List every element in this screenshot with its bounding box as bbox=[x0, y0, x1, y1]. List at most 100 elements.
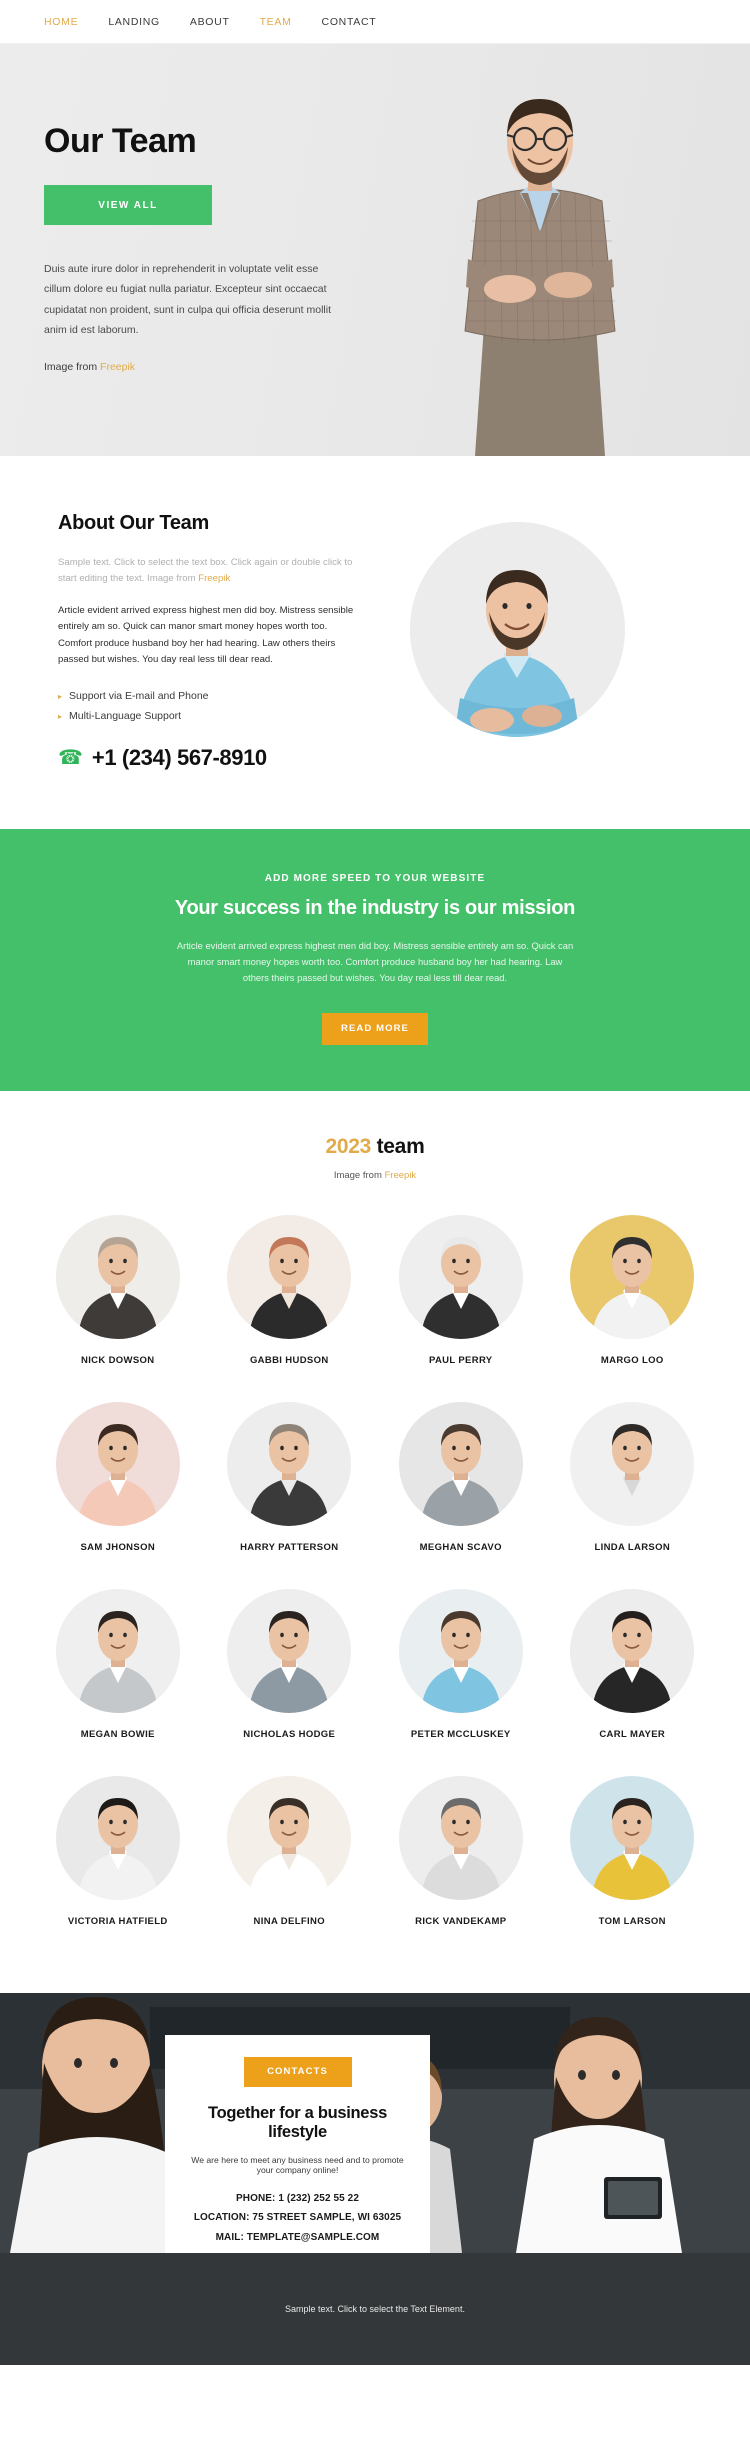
about-sample-link[interactable]: Freepik bbox=[198, 573, 230, 584]
about-photo-avatar bbox=[410, 522, 625, 737]
footer: Sample text. Click to select the Text El… bbox=[0, 2252, 750, 2365]
team-member-name: GABBI HUDSON bbox=[249, 1354, 329, 1366]
team-member-card[interactable]: RICK VANDEKAMP bbox=[375, 1775, 547, 1963]
contact-location-line: LOCATION: 75 STREET SAMPLE, WI 63025 bbox=[193, 2212, 402, 2224]
team-member-photo bbox=[227, 1401, 352, 1526]
team-member-photo bbox=[570, 1775, 695, 1900]
team-member-photo bbox=[570, 1214, 695, 1339]
team-member-card[interactable]: VICTORIA HATFIELD bbox=[32, 1775, 204, 1963]
team-member-name: PAUL PERRY bbox=[428, 1354, 493, 1366]
nav-item-contact[interactable]: CONTACT bbox=[322, 16, 377, 28]
team-title-rest: team bbox=[371, 1134, 425, 1158]
read-more-button[interactable]: READ MORE bbox=[322, 1012, 428, 1045]
nav-item-landing[interactable]: LANDING bbox=[108, 16, 160, 28]
team-member-photo bbox=[398, 1401, 523, 1526]
list-item: ▸ Support via E-mail and Phone bbox=[58, 687, 400, 707]
team-grid: NICK DOWSON GABBI HUDSON PAUL PERRY MARG… bbox=[0, 1214, 750, 1963]
team-member-card[interactable]: NICK DOWSON bbox=[32, 1214, 204, 1402]
team-member-name: VICTORIA HATFIELD bbox=[67, 1915, 168, 1927]
contact-phone-line: PHONE: 1 (232) 252 55 22 bbox=[235, 2192, 360, 2204]
team-member-photo bbox=[227, 1214, 352, 1339]
team-member-name: NICHOLAS HODGE bbox=[243, 1728, 336, 1740]
footer-text: Sample text. Click to select the Text El… bbox=[285, 2303, 465, 2314]
team-member-photo bbox=[55, 1775, 180, 1900]
hero-content: Our Team VIEW ALL Duis aute irure dolor … bbox=[0, 44, 360, 373]
nav-item-team[interactable]: TEAM bbox=[260, 16, 292, 28]
team-member-card[interactable]: NINA DELFINO bbox=[204, 1775, 376, 1963]
team-member-name: SAM JHONSON bbox=[80, 1541, 156, 1553]
team-credit-prefix: Image from bbox=[333, 1169, 385, 1181]
hero-photo-businessman bbox=[390, 81, 690, 456]
hero-credit-prefix: Image from bbox=[44, 360, 101, 373]
hero-credit-link[interactable]: Freepik bbox=[100, 361, 135, 373]
contact-heading: Together for a business lifestyle bbox=[208, 2103, 387, 2141]
arrow-right-icon: ▸ bbox=[58, 711, 63, 721]
team-member-photo bbox=[398, 1775, 523, 1900]
team-member-card[interactable]: SAM JHONSON bbox=[32, 1401, 204, 1589]
team-header: 2023 team Image from Freepik bbox=[0, 1135, 750, 1181]
team-member-name: HARRY PATTERSON bbox=[240, 1541, 339, 1553]
team-member-card[interactable]: CARL MAYER bbox=[547, 1588, 719, 1776]
team-member-name: CARL MAYER bbox=[599, 1728, 666, 1740]
team-member-photo bbox=[55, 1214, 180, 1339]
team-member-card[interactable]: PETER MCCLUSKEY bbox=[375, 1588, 547, 1776]
team-member-photo bbox=[55, 1401, 180, 1526]
view-all-button[interactable]: VIEW ALL bbox=[44, 185, 212, 225]
team-member-card[interactable]: MEGHAN SCAVO bbox=[375, 1401, 547, 1589]
team-member-photo bbox=[570, 1401, 695, 1526]
mission-section: ADD MORE SPEED TO YOUR WEBSITE Your succ… bbox=[0, 828, 750, 1091]
team-section: 2023 team Image from Freepik NICK DOWSON bbox=[0, 1090, 750, 1993]
contact-mail-line: MAIL: TEMPLATE@SAMPLE.COM bbox=[215, 2231, 380, 2243]
feature-label: Support via E-mail and Phone bbox=[69, 689, 209, 702]
hero-paragraph: Duis aute irure dolor in reprehenderit i… bbox=[44, 263, 331, 337]
team-title-year: 2023 bbox=[325, 1134, 372, 1158]
about-section: About Our Team Sample text. Click to sel… bbox=[0, 456, 750, 829]
team-member-card[interactable]: PAUL PERRY bbox=[375, 1214, 547, 1402]
team-member-photo bbox=[398, 1214, 523, 1339]
arrow-right-icon: ▸ bbox=[58, 692, 63, 702]
contacts-button[interactable]: CONTACTS bbox=[243, 2056, 352, 2087]
about-image-column bbox=[400, 512, 750, 771]
page-root: HOME LANDING ABOUT TEAM CONTACT Our Team… bbox=[0, 0, 750, 2365]
team-member-photo bbox=[227, 1588, 352, 1713]
team-member-name: MARGO LOO bbox=[600, 1354, 664, 1366]
phone-icon: ☎ bbox=[58, 746, 83, 769]
team-member-photo bbox=[227, 1775, 352, 1900]
nav-item-about[interactable]: ABOUT bbox=[190, 16, 230, 28]
team-member-photo bbox=[398, 1588, 523, 1713]
feature-label: Multi-Language Support bbox=[69, 709, 182, 722]
team-member-card[interactable]: GABBI HUDSON bbox=[204, 1214, 376, 1402]
team-member-name: NICK DOWSON bbox=[80, 1354, 155, 1366]
mission-body: Article evident arrived express highest … bbox=[176, 939, 574, 984]
hero-section: Our Team VIEW ALL Duis aute irure dolor … bbox=[0, 44, 750, 456]
team-member-name: PETER MCCLUSKEY bbox=[410, 1728, 511, 1740]
mission-title: Your success in the industry is our miss… bbox=[174, 896, 576, 919]
about-feature-list: ▸ Support via E-mail and Phone ▸ Multi-L… bbox=[58, 687, 400, 727]
team-member-name: LINDA LARSON bbox=[594, 1541, 671, 1553]
about-phone-number: +1 (234) 567-8910 bbox=[91, 744, 267, 770]
about-body-text: Article evident arrived express highest … bbox=[58, 604, 354, 666]
team-member-card[interactable]: MEGAN BOWIE bbox=[32, 1588, 204, 1776]
contact-subtitle: We are here to meet any business need an… bbox=[191, 2154, 404, 2175]
team-member-name: NINA DELFINO bbox=[253, 1915, 325, 1927]
team-member-photo bbox=[570, 1588, 695, 1713]
team-member-card[interactable]: HARRY PATTERSON bbox=[204, 1401, 376, 1589]
mission-kicker: ADD MORE SPEED TO YOUR WEBSITE bbox=[264, 872, 486, 884]
team-member-card[interactable]: MARGO LOO bbox=[547, 1214, 719, 1402]
list-item: ▸ Multi-Language Support bbox=[58, 707, 400, 727]
team-member-card[interactable]: TOM LARSON bbox=[547, 1775, 719, 1963]
about-title: About Our Team bbox=[58, 512, 209, 534]
team-member-card[interactable]: LINDA LARSON bbox=[547, 1401, 719, 1589]
about-phone-row[interactable]: ☎ +1 (234) 567-8910 bbox=[58, 745, 400, 771]
team-member-name: MEGHAN SCAVO bbox=[419, 1541, 502, 1553]
team-member-photo bbox=[55, 1588, 180, 1713]
team-member-card[interactable]: NICHOLAS HODGE bbox=[204, 1588, 376, 1776]
team-credit-link[interactable]: Freepik bbox=[385, 1170, 417, 1181]
about-sample-text: Sample text. Click to select the text bo… bbox=[58, 555, 358, 587]
team-member-name: RICK VANDEKAMP bbox=[415, 1915, 507, 1927]
nav-item-home[interactable]: HOME bbox=[44, 16, 78, 28]
hero-image-credit: Image from Freepik bbox=[44, 361, 360, 373]
team-title: 2023 team bbox=[0, 1135, 750, 1159]
team-member-name: TOM LARSON bbox=[598, 1915, 666, 1927]
about-text-column: About Our Team Sample text. Click to sel… bbox=[0, 512, 400, 771]
